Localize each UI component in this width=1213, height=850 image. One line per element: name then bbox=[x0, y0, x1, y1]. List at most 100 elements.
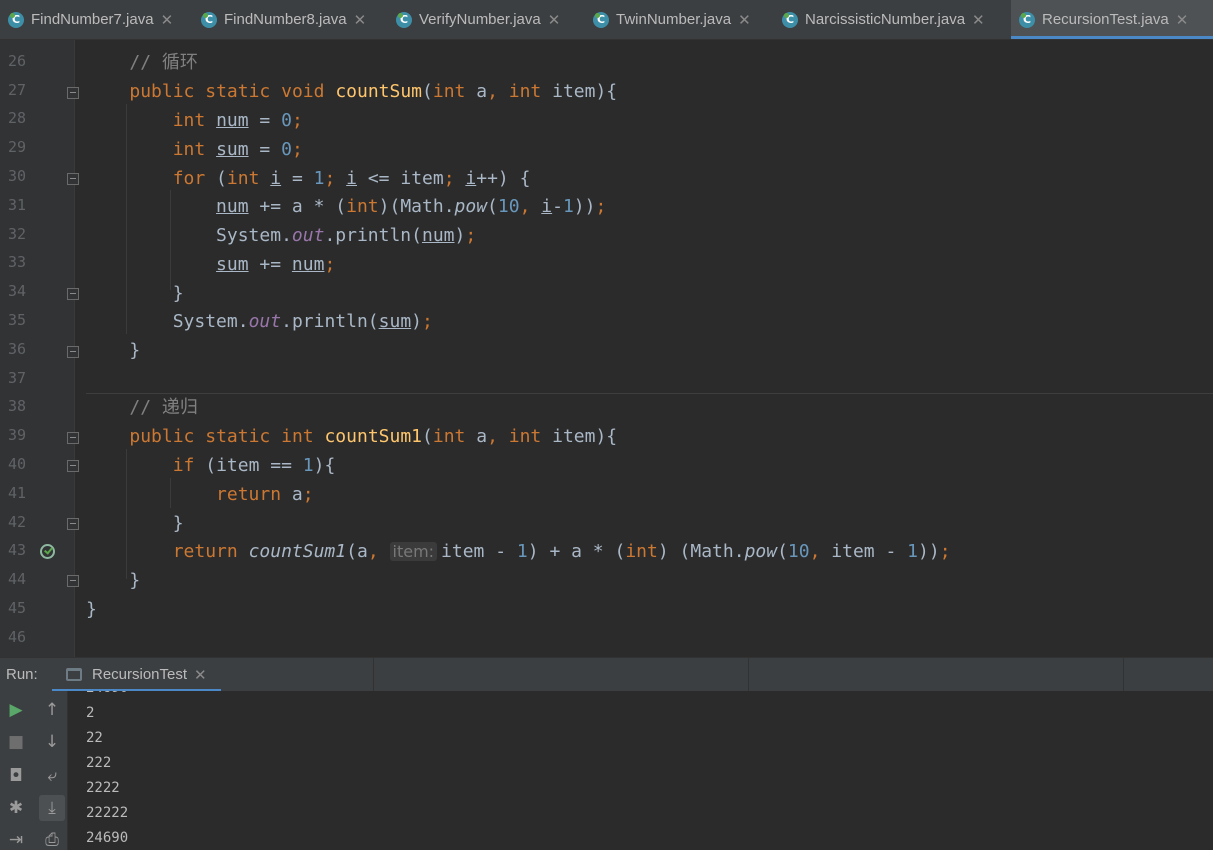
param: a bbox=[476, 426, 488, 447]
keyword: int bbox=[432, 81, 466, 102]
console-output-line: 24690 bbox=[86, 691, 128, 697]
keyword: static bbox=[205, 81, 271, 102]
parameter-hint: item: bbox=[389, 542, 438, 561]
fold-marker-icon[interactable] bbox=[67, 173, 79, 185]
scroll-to-end-icon[interactable]: ⤓ bbox=[39, 795, 65, 821]
rerun-icon[interactable]: ▶ bbox=[3, 697, 29, 723]
close-icon[interactable]: ✕ bbox=[161, 11, 174, 29]
console-output-line: 22 bbox=[86, 730, 103, 746]
method-call: println bbox=[335, 225, 412, 246]
number: 0 bbox=[281, 139, 292, 160]
keyword: int bbox=[508, 81, 542, 102]
close-icon[interactable]: ✕ bbox=[1176, 11, 1189, 29]
line-number-gutter: 25 26 27 28 29 30 31 32 33 34 35 36 37 38 39 40 41 42 43 44… bbox=[0, 40, 79, 657]
close-icon[interactable]: ✕ bbox=[738, 11, 751, 29]
line-number: 38 bbox=[7, 397, 26, 416]
close-icon[interactable]: ✕ bbox=[354, 11, 367, 29]
close-icon[interactable]: ✕ bbox=[548, 11, 561, 29]
line-number: 37 bbox=[7, 368, 26, 387]
number: 1 bbox=[313, 168, 325, 189]
variable: sum bbox=[378, 311, 412, 332]
method-call: pow bbox=[454, 196, 488, 217]
static-field: out bbox=[248, 311, 282, 332]
run-console[interactable]: ▶ ■ ◘ ✱ ⇥ ↑ ↓ ⤶ ⤓ ⎙ 24690 2 22 222 2222 … bbox=[0, 691, 1213, 850]
tab-recursiontest-java[interactable]: C RecursionTest.java ✕ bbox=[1011, 0, 1213, 39]
line-number: 43 bbox=[7, 541, 26, 560]
run-tab-label: RecursionTest bbox=[92, 666, 188, 683]
code-line-45: } bbox=[86, 599, 97, 620]
close-icon[interactable]: ✕ bbox=[972, 11, 985, 29]
settings-icon[interactable]: ✱ bbox=[3, 795, 29, 821]
code-line-30: for (int i = 1; i <= item; i++) { bbox=[172, 168, 531, 189]
fold-marker-icon[interactable] bbox=[67, 575, 79, 587]
recursive-call-icon[interactable] bbox=[40, 544, 55, 559]
keyword: return bbox=[216, 484, 282, 505]
param: a bbox=[571, 541, 582, 562]
soft-wrap-icon[interactable]: ⤶ bbox=[39, 763, 65, 789]
keyword: return bbox=[172, 541, 238, 562]
line-number: 31 bbox=[7, 195, 26, 214]
code-line-35: System.out.println(sum); bbox=[172, 311, 433, 332]
keyword: if bbox=[172, 455, 195, 476]
keyword: static bbox=[205, 426, 271, 447]
line-number: 35 bbox=[7, 311, 26, 329]
up-arrow-icon[interactable]: ↑ bbox=[39, 697, 65, 723]
exit-icon[interactable]: ⇥ bbox=[3, 827, 29, 850]
code-line-32: System.out.println(num); bbox=[216, 225, 477, 246]
java-class-icon: C bbox=[201, 11, 217, 28]
number: 1 bbox=[302, 455, 314, 476]
tab-findnumber8-java[interactable]: C FindNumber8.java ✕ bbox=[193, 0, 388, 39]
keyword: int bbox=[432, 426, 466, 447]
variable: sum bbox=[216, 254, 249, 275]
tab-findnumber7-java[interactable]: C FindNumber7.java ✕ bbox=[0, 0, 193, 39]
camera-icon[interactable]: ◘ bbox=[3, 763, 29, 789]
down-arrow-icon[interactable]: ↓ bbox=[39, 729, 65, 755]
close-icon[interactable]: ✕ bbox=[194, 666, 207, 684]
line-number: 45 bbox=[7, 599, 26, 617]
tab-label: FindNumber7.java bbox=[31, 11, 154, 28]
code-line-40: if (item == 1){ bbox=[172, 455, 336, 476]
run-tool-window-header: Run: RecursionTest ✕ bbox=[0, 657, 1213, 692]
code-line-27: public static void countSum(int a, int i… bbox=[129, 81, 618, 102]
method-call: countSum1 bbox=[248, 541, 347, 562]
keyword: void bbox=[281, 81, 325, 102]
code-line-43: return countSum1(a, item: item - 1) + a *… bbox=[172, 541, 951, 562]
method-call: pow bbox=[744, 541, 778, 562]
keyword: int bbox=[508, 426, 542, 447]
code-editor[interactable]: 25 26 27 28 29 30 31 32 33 34 35 36 37 38 39 40 41 42 43 44… bbox=[0, 40, 1213, 657]
variable: num bbox=[216, 110, 249, 131]
number: 0 bbox=[281, 110, 292, 131]
fold-marker-icon[interactable] bbox=[67, 518, 79, 530]
tab-verifynumber-java[interactable]: C VerifyNumber.java ✕ bbox=[388, 0, 585, 39]
line-number: 42 bbox=[7, 512, 26, 531]
print-icon[interactable]: ⎙ bbox=[39, 827, 65, 850]
run-label: Run: bbox=[6, 666, 38, 683]
line-number: 32 bbox=[7, 224, 26, 243]
tab-twinnumber-java[interactable]: C TwinNumber.java ✕ bbox=[585, 0, 774, 39]
fold-marker-icon[interactable] bbox=[67, 432, 79, 444]
console-output-line: 222 bbox=[86, 755, 112, 771]
java-class-icon: C bbox=[1019, 11, 1035, 28]
line-number: 28 bbox=[7, 109, 26, 128]
line-number: 29 bbox=[7, 138, 26, 157]
comment-loop: // 循环 bbox=[129, 52, 198, 73]
code-line-33: sum += num; bbox=[216, 254, 336, 275]
tab-narcissisticnumber-java[interactable]: C NarcissisticNumber.java ✕ bbox=[774, 0, 1011, 39]
divider bbox=[1123, 658, 1124, 691]
editor-tab-bar: C FindNumber7.java ✕ C FindNumber8.java ✕ C Ver… bbox=[0, 0, 1213, 40]
number: 1 bbox=[907, 541, 919, 562]
stop-icon[interactable]: ■ bbox=[3, 729, 29, 755]
fold-marker-icon[interactable] bbox=[67, 288, 79, 300]
line-number: 26 bbox=[7, 51, 26, 70]
variable: num bbox=[216, 196, 249, 217]
tab-label: NarcissisticNumber.java bbox=[805, 11, 966, 28]
fold-marker-icon[interactable] bbox=[67, 87, 79, 99]
code-line-36: } bbox=[86, 340, 141, 361]
keyword: int bbox=[172, 110, 206, 131]
comment-recursion: // 递归 bbox=[129, 397, 198, 418]
run-tab-recursiontest[interactable]: RecursionTest ✕ bbox=[52, 658, 221, 692]
variable: num bbox=[291, 254, 325, 275]
keyword: int bbox=[172, 139, 206, 160]
fold-marker-icon[interactable] bbox=[67, 460, 79, 472]
fold-marker-icon[interactable] bbox=[67, 346, 79, 358]
